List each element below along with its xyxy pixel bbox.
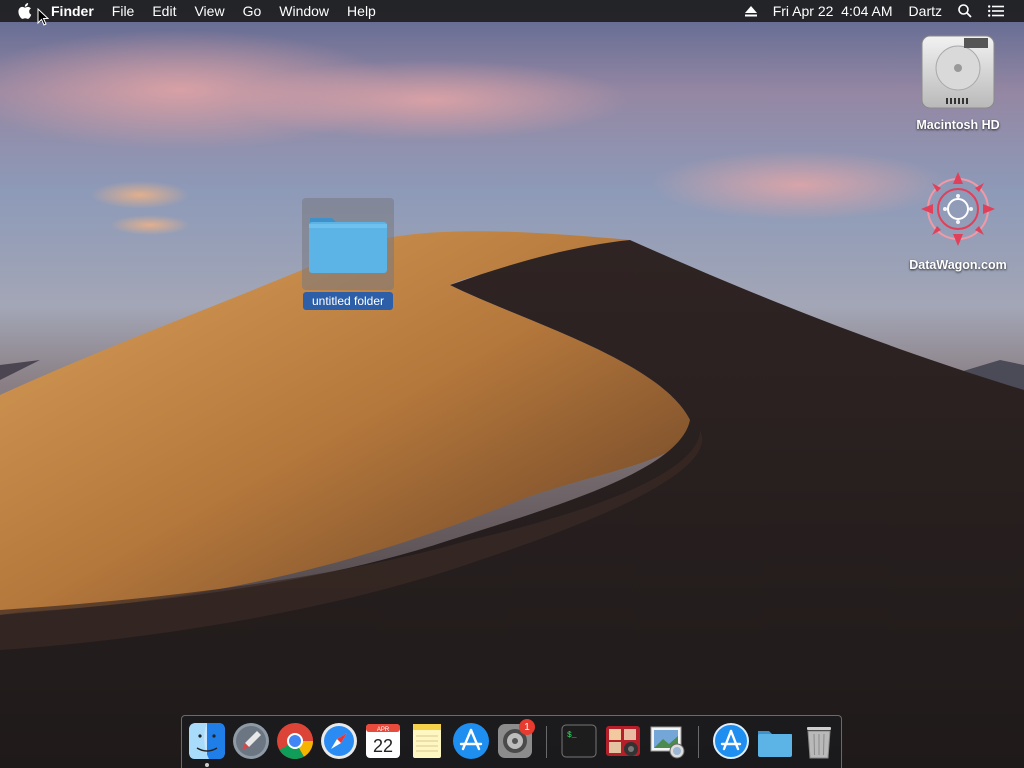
preview-icon[interactable] bbox=[647, 721, 687, 761]
menu-bar: Finder File Edit View Go Window Help Fri… bbox=[0, 0, 1024, 22]
finder-icon[interactable] bbox=[187, 721, 227, 761]
dock-separator bbox=[546, 726, 547, 758]
hard-drive-icon bbox=[921, 35, 995, 109]
menu-window[interactable]: Window bbox=[270, 0, 338, 22]
network-volume-icon bbox=[921, 172, 995, 246]
folder-icon bbox=[309, 218, 387, 273]
system-preferences-badge: 1 bbox=[519, 719, 535, 735]
menu-app-finder[interactable]: Finder bbox=[42, 0, 103, 22]
finder-running-indicator bbox=[205, 763, 209, 767]
dock: APR 22 1 $_ bbox=[181, 715, 842, 768]
app-store-icon[interactable] bbox=[451, 721, 491, 761]
calendar-icon[interactable]: APR 22 bbox=[363, 721, 403, 761]
menu-file[interactable]: File bbox=[103, 0, 144, 22]
calendar-day: 22 bbox=[373, 736, 393, 756]
menu-go[interactable]: Go bbox=[234, 0, 271, 22]
photo-booth-icon[interactable] bbox=[603, 721, 643, 761]
chrome-icon[interactable] bbox=[275, 721, 315, 761]
desktop-icon-datawagon[interactable]: DataWagon.com bbox=[898, 168, 1018, 272]
menubar-user[interactable]: Dartz bbox=[901, 0, 950, 22]
apple-menu-icon[interactable] bbox=[18, 3, 34, 19]
menu-help[interactable]: Help bbox=[338, 0, 385, 22]
terminal-prompt: $_ bbox=[567, 731, 577, 740]
folder-name-label[interactable]: untitled folder bbox=[303, 292, 393, 310]
desktop-icon-label: DataWagon.com bbox=[909, 258, 1007, 272]
eject-icon[interactable] bbox=[737, 5, 765, 17]
desktop-icon-label: Macintosh HD bbox=[916, 118, 1000, 132]
desktop-icon-macintosh-hd[interactable]: Macintosh HD bbox=[908, 32, 1008, 132]
notes-icon[interactable] bbox=[407, 721, 447, 761]
safari-icon[interactable] bbox=[319, 721, 359, 761]
folder-stack-icon[interactable] bbox=[755, 721, 795, 761]
dock-separator bbox=[698, 726, 699, 758]
launchpad-icon[interactable] bbox=[231, 721, 271, 761]
mouse-cursor-icon bbox=[37, 8, 49, 26]
menu-edit[interactable]: Edit bbox=[143, 0, 185, 22]
spotlight-search-icon[interactable] bbox=[950, 4, 980, 18]
notification-center-icon[interactable] bbox=[980, 5, 1012, 17]
desktop-wallpaper bbox=[0, 0, 1024, 768]
desktop-icon-untitled-folder[interactable] bbox=[302, 198, 394, 290]
calendar-month: APR bbox=[377, 727, 390, 733]
terminal-icon[interactable]: $_ bbox=[559, 721, 599, 761]
app-store-download-icon[interactable] bbox=[711, 721, 751, 761]
menubar-clock[interactable]: Fri Apr 22 4:04 AM bbox=[765, 0, 901, 22]
trash-icon[interactable] bbox=[799, 721, 839, 761]
menu-view[interactable]: View bbox=[185, 0, 233, 22]
